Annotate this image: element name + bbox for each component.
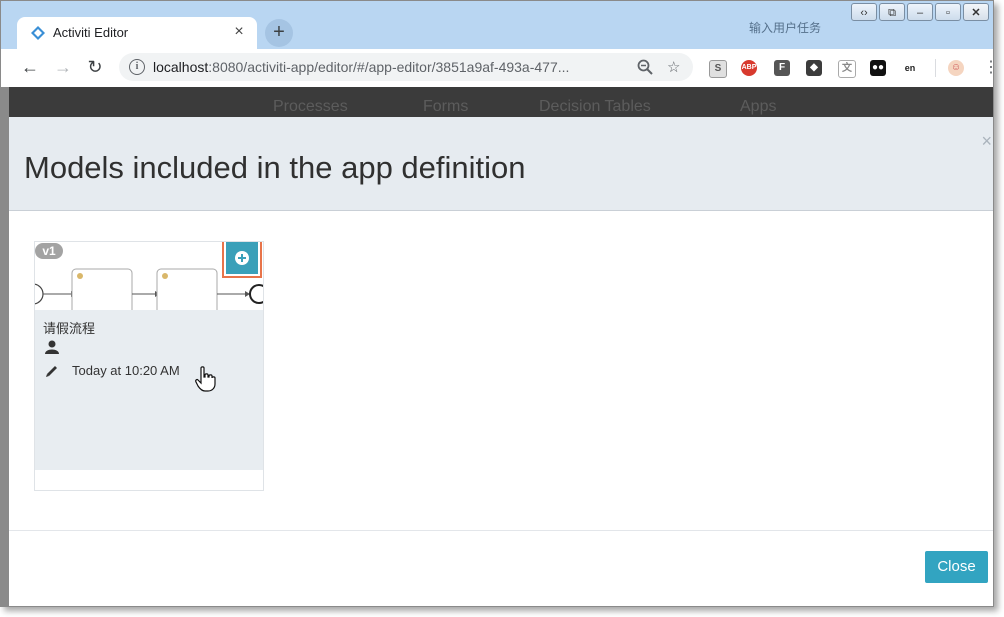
background-window-text: 输入用户任务 [749, 21, 822, 35]
back-arrow-icon[interactable]: ← [19, 56, 41, 78]
maximize-icon[interactable]: ▫ [935, 3, 961, 21]
forward-arrow-icon[interactable]: → [52, 56, 74, 78]
modal-backdrop [1, 87, 9, 606]
close-button[interactable]: Close [925, 551, 988, 583]
model-card-body: 请假流程 Today at 10:20 AM [35, 310, 263, 470]
add-model-button[interactable] [222, 242, 262, 278]
zoom-icon[interactable] [637, 59, 653, 75]
toolbar-separator [935, 59, 936, 77]
extension-translate-icon[interactable]: 文 [838, 60, 856, 78]
reload-icon[interactable]: ↻ [84, 56, 106, 78]
process-thumbnail: v1 [35, 242, 263, 310]
nav-item-processes: Processes [273, 98, 348, 115]
window-close-icon[interactable]: ✕ [963, 3, 989, 21]
window-snap-icon[interactable]: ⧉ [879, 3, 905, 21]
browser-tab-activiti-editor[interactable]: Activiti Editor × [17, 17, 257, 49]
extension-shield-icon[interactable]: ◆ [806, 60, 822, 76]
hand-cursor-icon [195, 366, 216, 392]
modal-title: Models included in the app definition [24, 150, 526, 185]
new-tab-button[interactable]: + [265, 19, 293, 47]
extension-tampermonkey-icon[interactable]: ●● [870, 60, 886, 76]
tab-title: Activiti Editor [53, 25, 129, 40]
tab-strip: Activiti Editor × + 输入用户任务 ‹› ⧉ – ▫ ✕ [1, 1, 993, 49]
extension-s-icon[interactable]: S [709, 60, 727, 78]
pencil-icon [46, 366, 57, 377]
modal-header: Models included in the app definition × [9, 117, 993, 211]
last-modified: Today at 10:20 AM [72, 363, 180, 378]
profile-avatar-icon[interactable]: ☺ [948, 60, 964, 76]
modal-close-icon[interactable]: × [981, 131, 992, 152]
address-bar[interactable]: i localhost:8080/activiti-app/editor/#/a… [119, 53, 693, 81]
site-info-icon[interactable]: i [129, 59, 145, 75]
modal-footer [9, 530, 993, 606]
model-card[interactable]: v1 请假流程 Today at 10:20 AM [34, 241, 264, 491]
add-button-face[interactable] [226, 242, 258, 274]
nav-item-apps: Apps [740, 98, 777, 115]
browser-toolbar: ← → ↻ i localhost:8080/activiti-app/edit… [1, 49, 993, 88]
version-badge: v1 [35, 243, 63, 259]
tab-close-icon[interactable]: × [229, 22, 249, 42]
browser-menu-icon[interactable]: ⋮ [983, 57, 993, 77]
nav-item-forms: Forms [423, 98, 469, 115]
window-controls: ‹› ⧉ – ▫ ✕ [849, 3, 989, 23]
plus-circle-icon [235, 251, 249, 265]
minimize-icon[interactable]: – [907, 3, 933, 21]
activiti-logo-icon [31, 26, 45, 40]
model-name: 请假流程 [43, 321, 96, 336]
adblock-plus-icon[interactable]: ABP [741, 60, 757, 76]
user-icon [45, 340, 59, 354]
bookmark-star-icon[interactable]: ☆ [667, 58, 680, 76]
app-navigation-bar: Processes Forms Decision Tables Apps [9, 87, 993, 117]
window-extra-icon[interactable]: ‹› [851, 3, 877, 21]
models-modal: Models included in the app definition × [9, 117, 993, 606]
url-text[interactable]: localhost:8080/activiti-app/editor/#/app… [153, 59, 569, 75]
extension-en-icon[interactable]: en [902, 60, 918, 76]
extension-f-icon[interactable]: F [774, 60, 790, 76]
browser-window: Activiti Editor × + 输入用户任务 ‹› ⧉ – ▫ ✕ ← … [0, 0, 994, 607]
nav-item-decision-tables: Decision Tables [539, 98, 651, 115]
